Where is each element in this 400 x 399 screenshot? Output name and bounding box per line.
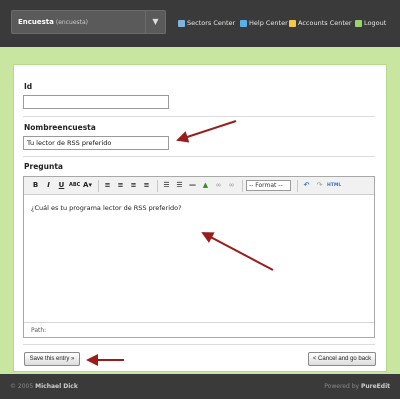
copyright-prefix: © 2005 <box>10 383 34 390</box>
sectors-icon <box>178 19 185 27</box>
nav-logout-label: Logout <box>364 19 387 27</box>
accounts-icon <box>289 19 296 27</box>
align-right-icon[interactable]: ≡ <box>128 180 139 191</box>
divider <box>23 344 375 345</box>
logout-icon <box>355 19 362 27</box>
cancel-button[interactable]: < Cancel and go back <box>308 352 376 366</box>
nav-help-center[interactable]: Help Center <box>240 19 288 27</box>
nombreencuesta-field[interactable]: Tu lector de RSS preferido <box>23 136 169 150</box>
editor-toolbar: B I U ABC A▾ ≡ ≡ ≡ ≡ ☰ ☰ — ▲ ∞ ∞ -- Form… <box>24 177 374 195</box>
id-field[interactable] <box>23 95 169 109</box>
section-selector-sub: (encuesta) <box>55 19 89 26</box>
nav-help-label: Help Center <box>249 19 288 27</box>
format-select[interactable]: -- Format -- <box>246 180 291 191</box>
toolbar-separator <box>98 179 99 192</box>
powered-prefix: Powered by <box>324 383 360 390</box>
pregunta-label: Pregunta <box>24 162 63 171</box>
toolbar-separator <box>297 179 298 192</box>
footer-product: PureEdit <box>360 383 390 390</box>
top-bar: Encuesta (encuesta) ▼ Sectors Center Help… <box>0 0 400 47</box>
footer-author: Michael Dick <box>35 383 78 390</box>
help-icon <box>240 19 247 27</box>
undo-icon[interactable]: ↶ <box>301 180 312 191</box>
horizontal-rule-icon[interactable]: — <box>187 180 198 191</box>
bullet-list-icon[interactable]: ☰ <box>161 180 172 191</box>
redo-icon[interactable]: ↷ <box>314 180 325 191</box>
nav-sectors-center[interactable]: Sectors Center <box>178 19 235 27</box>
id-label: Id <box>24 82 33 91</box>
nombreencuesta-label: Nombreencuesta <box>24 123 96 132</box>
nav-sectors-label: Sectors Center <box>187 19 236 27</box>
divider <box>23 156 375 157</box>
nav-accounts-center[interactable]: Accounts Center <box>289 19 352 27</box>
footer-copyright: © 2005 Michael Dick <box>10 383 78 390</box>
align-justify-icon[interactable]: ≡ <box>141 180 152 191</box>
section-selector[interactable]: Encuesta (encuesta) ▼ <box>11 10 166 34</box>
chevron-down-icon[interactable]: ▼ <box>145 11 165 33</box>
link-icon[interactable]: ∞ <box>213 180 224 191</box>
text-color-icon[interactable]: A▾ <box>82 180 93 191</box>
align-center-icon[interactable]: ≡ <box>115 180 126 191</box>
toolbar-separator <box>157 179 158 192</box>
editor-path: Path: <box>24 322 374 337</box>
save-entry-button[interactable]: Save this entry » <box>24 352 80 366</box>
html-source-icon[interactable]: HTML <box>327 180 341 191</box>
footer-powered: Powered by PureEdit <box>324 383 390 390</box>
rich-text-editor: B I U ABC A▾ ≡ ≡ ≡ ≡ ☰ ☰ — ▲ ∞ ∞ -- Form… <box>23 176 375 338</box>
strikethrough-icon[interactable]: ABC <box>69 180 80 191</box>
unlink-icon[interactable]: ∞ <box>226 180 237 191</box>
image-icon[interactable]: ▲ <box>200 180 211 191</box>
italic-icon[interactable]: I <box>43 180 54 191</box>
toolbar-separator <box>242 179 243 192</box>
nav-logout[interactable]: Logout <box>355 19 386 27</box>
nav-accounts-label: Accounts Center <box>298 19 352 27</box>
align-left-icon[interactable]: ≡ <box>102 180 113 191</box>
footer: © 2005 Michael Dick Powered by PureEdit <box>0 374 400 399</box>
editor-content[interactable]: ¿Cuál es tu programa lector de RSS prefe… <box>31 204 182 212</box>
numbered-list-icon[interactable]: ☰ <box>174 180 185 191</box>
bold-icon[interactable]: B <box>30 180 41 191</box>
underline-icon[interactable]: U <box>56 180 67 191</box>
divider <box>23 116 375 117</box>
section-selector-name: Encuesta <box>18 18 54 26</box>
